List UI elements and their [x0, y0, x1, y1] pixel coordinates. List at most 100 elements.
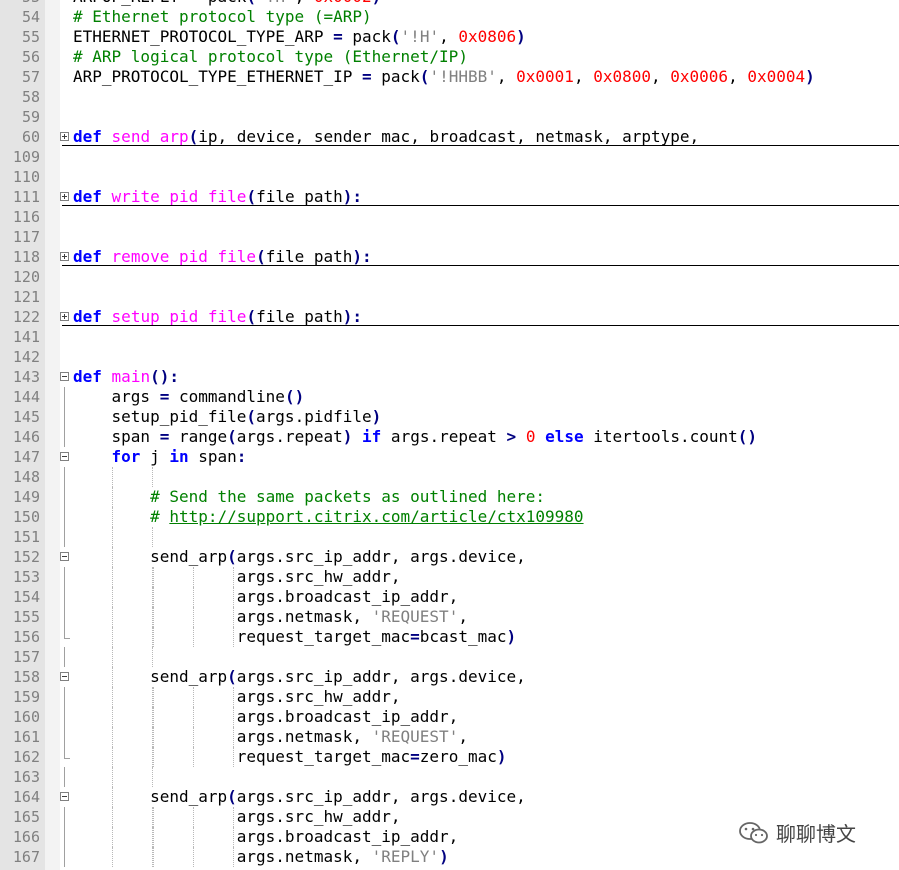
line-number: 60 — [21, 128, 40, 146]
code-line[interactable]: 156 request_target_mac=bcast_mac) — [0, 627, 899, 647]
code-text[interactable]: # http://support.citrix.com/article/ctx1… — [73, 507, 583, 527]
code-text[interactable]: # Send the same packets as outlined here… — [73, 487, 545, 507]
code-line[interactable]: 55 ETHERNET_PROTOCOL_TYPE_ARP = pack('!H'… — [0, 27, 899, 47]
code-line[interactable]: 56 # ARP logical protocol type (Ethernet/… — [0, 47, 899, 67]
code-line[interactable]: 167 args.netmask, 'REPLY') — [0, 847, 899, 867]
code-text[interactable]: span = range(args.repeat) if args.repeat… — [73, 427, 758, 447]
code-text[interactable] — [73, 467, 150, 487]
code-line[interactable]: 122 def setup pid file(file path): — [0, 307, 899, 327]
code-line[interactable]: 121 — [0, 287, 899, 307]
code-line[interactable]: 148 — [0, 467, 899, 487]
fold-expand-icon[interactable] — [60, 252, 69, 261]
code-line[interactable]: 157 — [0, 647, 899, 667]
indent-guide — [152, 467, 153, 487]
line-number: 145 — [12, 408, 40, 426]
code-line[interactable]: 151 — [0, 527, 899, 547]
code-line[interactable]: 143 def main(): — [0, 367, 899, 387]
line-number: 153 — [12, 568, 40, 586]
code-text[interactable]: args.netmask, 'REQUEST', — [73, 727, 468, 747]
code-line[interactable]: 141 — [0, 327, 899, 347]
code-line[interactable]: 57 ARP_PROTOCOL_TYPE_ETHERNET_IP = pack('… — [0, 67, 899, 87]
code-line[interactable]: 110 — [0, 167, 899, 187]
code-text[interactable]: args.netmask, 'REQUEST', — [73, 607, 468, 627]
code-line[interactable]: 154 args.broadcast_ip_addr, — [0, 587, 899, 607]
code-line[interactable]: 164 send_arp(args.src_ip_addr, args.devi… — [0, 787, 899, 807]
code-text[interactable]: args.netmask, 'REPLY') — [73, 847, 449, 867]
fold-collapse-icon[interactable] — [60, 552, 69, 561]
code-line[interactable]: 160 args.broadcast_ip_addr, — [0, 707, 899, 727]
line-number: 143 — [12, 368, 40, 386]
code-line[interactable]: 116 — [0, 207, 899, 227]
fold-collapse-icon[interactable] — [60, 672, 69, 681]
code-line[interactable]: 53 ARPOP_REPLY = pack('!H', 0x0002) — [0, 0, 899, 7]
code-text[interactable]: # Ethernet protocol type (=ARP) — [73, 7, 372, 27]
fold-collapse-icon[interactable] — [60, 792, 69, 801]
code-line[interactable]: 147 for j in span: — [0, 447, 899, 467]
code-line[interactable]: 54 # Ethernet protocol type (=ARP) — [0, 7, 899, 27]
code-line[interactable]: 155 args.netmask, 'REQUEST', — [0, 607, 899, 627]
code-text[interactable]: for j in span: — [73, 447, 247, 467]
line-number: 148 — [12, 468, 40, 486]
code-line[interactable]: 159 args.src_hw_addr, — [0, 687, 899, 707]
code-line[interactable]: 59 — [0, 107, 899, 127]
code-line[interactable]: 118 def remove pid file(file path): — [0, 247, 899, 267]
code-line[interactable]: 158 send_arp(args.src_ip_addr, args.devi… — [0, 667, 899, 687]
code-text[interactable] — [73, 527, 150, 547]
code-text[interactable]: args.src_hw_addr, — [73, 807, 401, 827]
code-line[interactable]: 58 — [0, 87, 899, 107]
fold-expand-icon[interactable] — [60, 192, 69, 201]
code-text[interactable]: ETHERNET_PROTOCOL_TYPE_ARP = pack('!H', … — [73, 27, 526, 47]
code-text[interactable]: args.broadcast_ip_addr, — [73, 587, 459, 607]
code-text[interactable]: def setup pid file(file path): — [73, 307, 362, 327]
code-line[interactable]: 60 def send arp(ip, device, sender mac, b… — [0, 127, 899, 147]
code-text[interactable]: send_arp(args.src_ip_addr, args.device, — [73, 787, 526, 807]
code-line[interactable]: 120 — [0, 267, 899, 287]
fold-expand-icon[interactable] — [60, 312, 69, 321]
code-line[interactable]: 145 setup_pid_file(args.pidfile) — [0, 407, 899, 427]
indent-guide — [152, 767, 153, 787]
code-line[interactable]: 161 args.netmask, 'REQUEST', — [0, 727, 899, 747]
code-text[interactable]: args.src_hw_addr, — [73, 567, 401, 587]
code-text[interactable]: request_target_mac=bcast_mac) — [73, 627, 516, 647]
code-lines: 53 ARPOP_REPLY = pack('!H', 0x0002) 54 # Et… — [0, 0, 899, 867]
code-text[interactable]: ARPOP_REPLY = pack('!H', 0x0002) — [73, 0, 381, 7]
line-number: 149 — [12, 488, 40, 506]
code-line[interactable]: 117 — [0, 227, 899, 247]
code-line[interactable]: 144 args = commandline() — [0, 387, 899, 407]
code-text[interactable]: def remove pid file(file path): — [73, 247, 372, 267]
code-text[interactable]: args.src_hw_addr, — [73, 687, 401, 707]
code-text[interactable] — [73, 767, 150, 787]
code-line[interactable]: 111 def write pid file(file path): — [0, 187, 899, 207]
line-number: 146 — [12, 428, 40, 446]
code-line[interactable]: 142 — [0, 347, 899, 367]
fold-collapse-icon[interactable] — [60, 372, 69, 381]
code-line[interactable]: 149 # Send the same packets as outlined … — [0, 487, 899, 507]
code-line[interactable]: 162 request_target_mac=zero_mac) — [0, 747, 899, 767]
fold-expand-icon[interactable] — [60, 132, 69, 141]
code-text[interactable]: ARP_PROTOCOL_TYPE_ETHERNET_IP = pack('!H… — [73, 67, 815, 87]
code-line[interactable]: 153 args.src_hw_addr, — [0, 567, 899, 587]
code-text[interactable]: send_arp(args.src_ip_addr, args.device, — [73, 547, 526, 567]
code-text[interactable] — [73, 647, 150, 667]
fold-collapse-icon[interactable] — [60, 452, 69, 461]
code-line[interactable]: 146 span = range(args.repeat) if args.re… — [0, 427, 899, 447]
line-number: 144 — [12, 388, 40, 406]
fold-line — [64, 687, 65, 707]
code-line[interactable]: 152 send_arp(args.src_ip_addr, args.devi… — [0, 547, 899, 567]
fold-line — [64, 407, 65, 427]
code-text[interactable]: def write pid file(file path): — [73, 187, 362, 207]
code-editor[interactable]: 53 ARPOP_REPLY = pack('!H', 0x0002) 54 # Et… — [0, 0, 899, 870]
code-text[interactable]: def main(): — [73, 367, 179, 387]
code-line[interactable]: 150 # http://support.citrix.com/article/… — [0, 507, 899, 527]
code-text[interactable]: args.broadcast_ip_addr, — [73, 827, 459, 847]
code-text[interactable]: # ARP logical protocol type (Ethernet/IP… — [73, 47, 468, 67]
fold-line — [64, 767, 65, 787]
code-line[interactable]: 163 — [0, 767, 899, 787]
code-text[interactable]: send_arp(args.src_ip_addr, args.device, — [73, 667, 526, 687]
code-text[interactable]: setup_pid_file(args.pidfile) — [73, 407, 382, 427]
code-text[interactable]: args = commandline() — [73, 387, 305, 407]
code-text[interactable]: request_target_mac=zero_mac) — [73, 747, 507, 767]
code-line[interactable]: 109 — [0, 147, 899, 167]
code-text[interactable]: args.broadcast_ip_addr, — [73, 707, 459, 727]
code-text[interactable]: def send arp(ip, device, sender mac, bro… — [73, 127, 699, 147]
